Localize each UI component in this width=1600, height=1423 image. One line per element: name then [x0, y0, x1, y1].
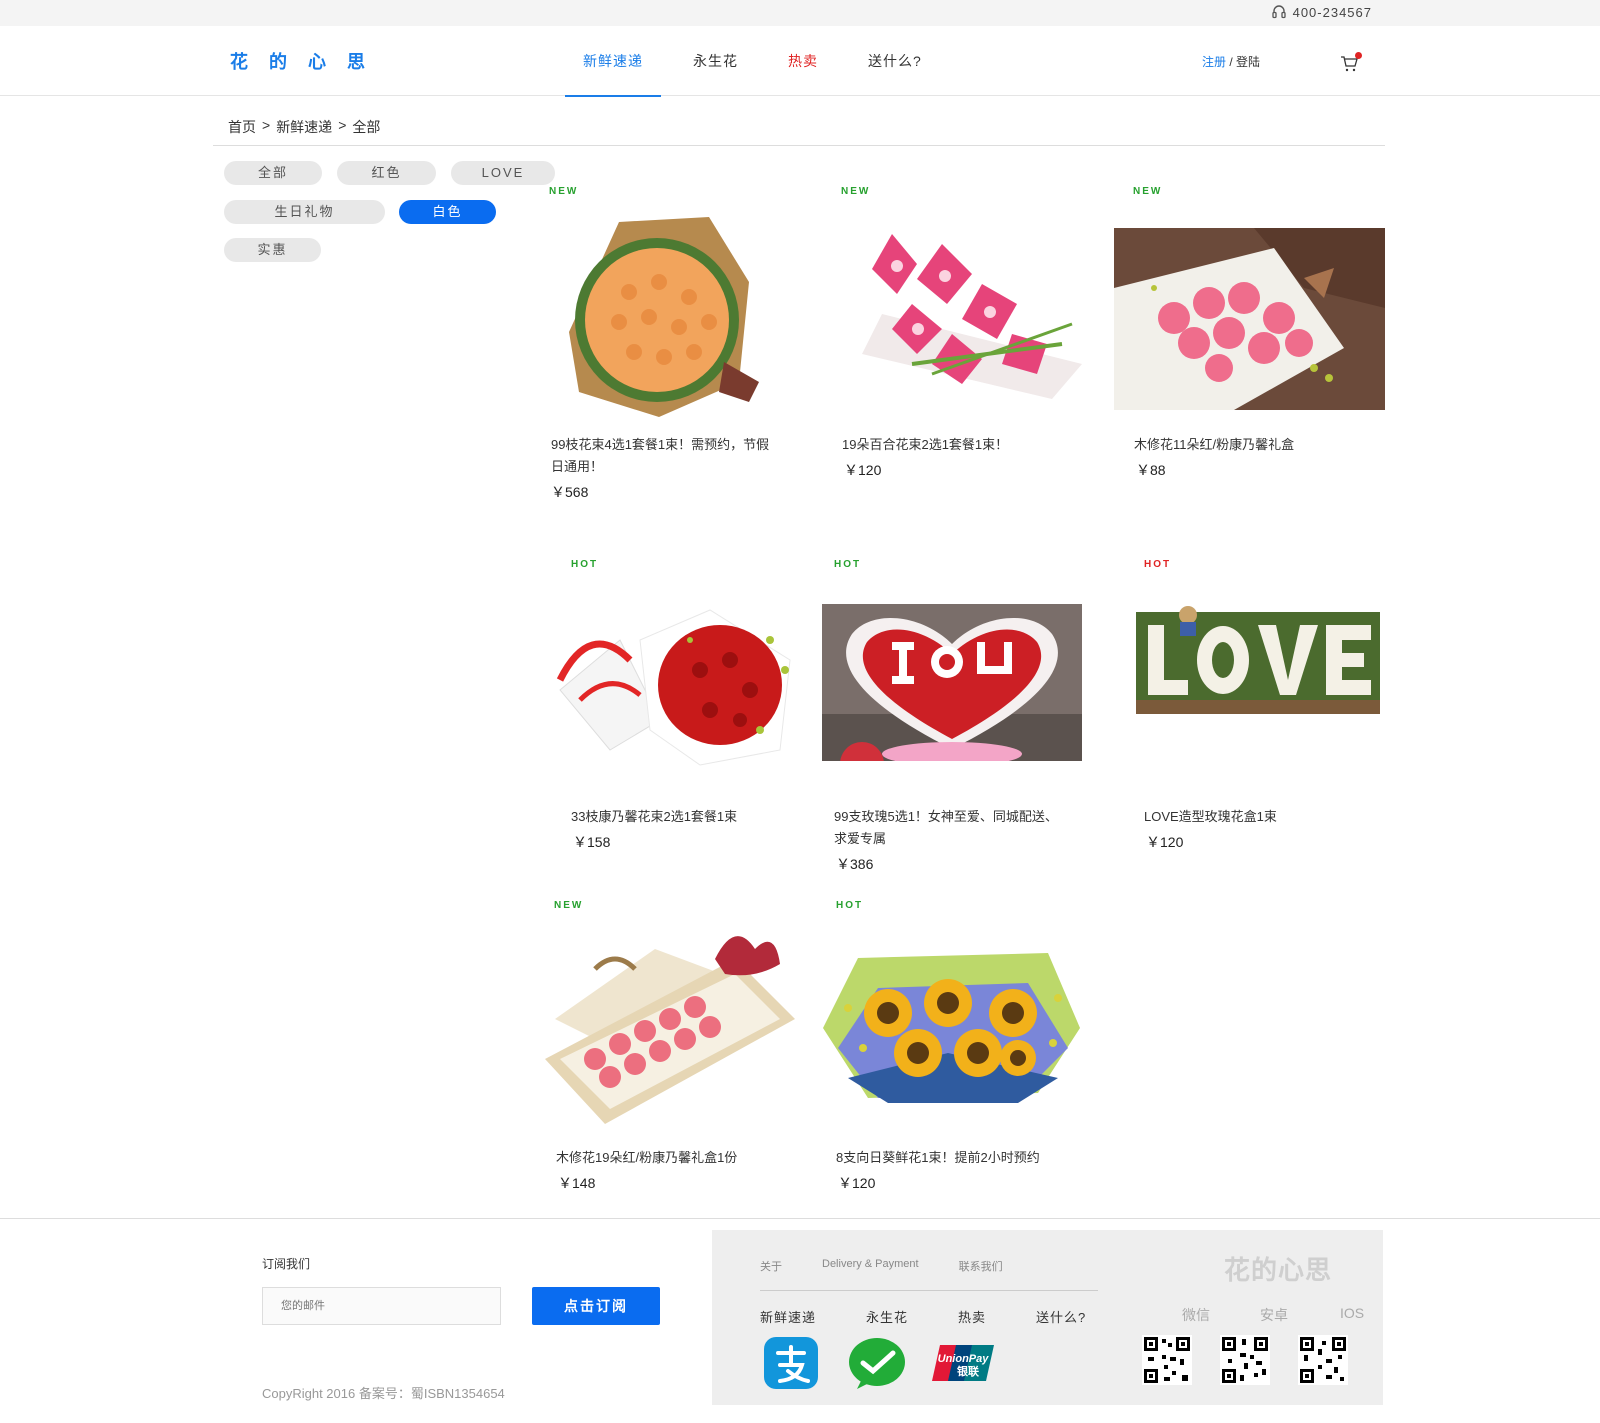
breadcrumb-divider: [213, 145, 1385, 146]
breadcrumb-home[interactable]: 首页: [228, 117, 256, 137]
product-price: ￥386: [836, 856, 874, 872]
product-price: ￥88: [1136, 462, 1166, 478]
hot-badge: HOT: [836, 900, 864, 911]
footer-panel: 关于 Delivery & Payment 联系我们 新鲜速递 永生花 热卖 送…: [712, 1230, 1383, 1405]
filter-all[interactable]: 全部: [224, 161, 322, 185]
product-price: ￥120: [838, 1175, 876, 1191]
product-price: ￥148: [558, 1175, 596, 1191]
auth-separator: /: [1226, 55, 1237, 69]
subscribe-title: 订阅我们: [262, 1257, 311, 1271]
hotline-number: 400-234567: [1292, 4, 1372, 20]
hot-badge: HOT: [834, 559, 862, 570]
ios-qr-icon: [1298, 1335, 1348, 1385]
footer-nav-preserved[interactable]: 永生花: [866, 1307, 908, 1326]
filter-love[interactable]: LOVE: [451, 161, 555, 185]
product-image[interactable]: [549, 212, 769, 422]
auth-links: 注册 / 登陆: [1202, 53, 1260, 70]
product-price: ￥568: [551, 484, 589, 500]
alipay-icon[interactable]: [762, 1335, 822, 1391]
hot-badge: HOT: [571, 559, 599, 570]
product-name[interactable]: 33枝康乃馨花束2选1套餐1束: [571, 806, 801, 828]
product-image[interactable]: [1128, 600, 1386, 720]
nav-hot-sale[interactable]: 热卖: [770, 26, 836, 96]
breadcrumb-fresh[interactable]: 新鲜速递: [276, 117, 332, 137]
login-link[interactable]: 登陆: [1236, 55, 1260, 69]
footer-links: 关于 Delivery & Payment 联系我们: [760, 1258, 1043, 1274]
copyright-text: CopyRight 2016 备案号：蜀ISBN1354654: [262, 1386, 505, 1401]
product-name[interactable]: 99支玫瑰5选1！女神至爱、同城配送、求爱专属: [834, 806, 1064, 850]
hot-badge: HOT: [1144, 559, 1172, 570]
unionpay-icon[interactable]: UnionPay 银联: [930, 1335, 996, 1391]
headset-icon: [1271, 5, 1286, 19]
unionpay-label: UnionPay: [938, 1353, 990, 1365]
new-badge: NEW: [1133, 186, 1163, 197]
product-name[interactable]: 8支向日葵鲜花1束！提前2小时预约: [836, 1147, 1066, 1169]
product-name[interactable]: 19朵百合花束2选1套餐1束！: [842, 434, 1072, 456]
footer-link-delivery[interactable]: Delivery & Payment: [822, 1258, 919, 1274]
footer-panel-divider: [760, 1290, 1098, 1291]
product-image[interactable]: [1114, 228, 1385, 410]
app-label-ios: IOS: [1339, 1305, 1365, 1321]
product-name[interactable]: 99枝花束4选1套餐1束！需预约，节假日通用！: [551, 434, 781, 478]
filter-affordable[interactable]: 实惠: [224, 238, 321, 262]
breadcrumb-current: 全部: [352, 119, 381, 135]
product-image[interactable]: [818, 938, 1084, 1103]
breadcrumb-separator: >: [338, 117, 347, 133]
footer-divider: [0, 1218, 1600, 1219]
filter-red[interactable]: 红色: [337, 161, 436, 185]
unionpay-label-cn: 银联: [957, 1364, 979, 1378]
register-link[interactable]: 注册: [1202, 55, 1226, 69]
product-image[interactable]: [535, 919, 805, 1124]
site-header: 花 的 心 思 新鲜速递 永生花 热卖 送什么? 注册 / 登陆: [0, 26, 1600, 97]
android-qr-icon: [1220, 1335, 1270, 1385]
site-logo[interactable]: 花 的 心 思: [230, 48, 373, 74]
footer-link-about[interactable]: 关于: [760, 1258, 782, 1274]
footer-nav-hot[interactable]: 热卖: [958, 1307, 986, 1326]
product-name[interactable]: LOVE造型玫瑰花盒1束: [1144, 806, 1374, 828]
footer-nav: 新鲜速递 永生花 热卖 送什么?: [760, 1307, 1136, 1326]
new-badge: NEW: [554, 900, 584, 911]
product-image[interactable]: [822, 224, 1092, 414]
footer-nav-what-to-send[interactable]: 送什么?: [1036, 1307, 1086, 1326]
subscribe-button[interactable]: 点击订阅: [532, 1287, 660, 1325]
app-label-wechat: 微信: [1182, 1307, 1210, 1323]
nav-preserved-flowers[interactable]: 永生花: [675, 26, 756, 96]
filter-white[interactable]: 白色: [399, 200, 496, 224]
product-name[interactable]: 木修花19朵红/粉康乃馨礼盒1份: [556, 1147, 786, 1169]
app-labels: 微信 安卓 IOS: [1157, 1305, 1391, 1325]
new-badge: NEW: [841, 186, 871, 197]
product-image[interactable]: [550, 600, 815, 770]
wechat-qr-icon: [1142, 1335, 1192, 1385]
footer-nav-fresh[interactable]: 新鲜速递: [760, 1307, 816, 1326]
top-utility-bar: 400-234567: [0, 0, 1600, 26]
footer-link-contact[interactable]: 联系我们: [959, 1258, 1003, 1274]
app-label-android: 安卓: [1260, 1307, 1288, 1323]
wechat-pay-icon[interactable]: [847, 1335, 907, 1391]
breadcrumb-separator: >: [262, 117, 271, 133]
breadcrumb: 首页 > 新鲜速递 > 全部: [228, 117, 380, 137]
footer-logo: 花的心思: [1224, 1255, 1333, 1285]
filter-birthday-gift[interactable]: 生日礼物: [224, 200, 385, 224]
hotline: 400-234567: [1271, 4, 1372, 20]
cart-notification-dot: [1355, 52, 1362, 59]
product-price: ￥158: [573, 834, 611, 850]
nav-fresh-delivery[interactable]: 新鲜速递: [565, 26, 661, 97]
new-badge: NEW: [549, 186, 579, 197]
cart-button[interactable]: [1340, 52, 1362, 72]
main-nav: 新鲜速递 永生花 热卖 送什么?: [565, 26, 954, 97]
product-image[interactable]: [822, 604, 1082, 761]
product-price: ￥120: [844, 462, 882, 478]
email-field[interactable]: [262, 1287, 501, 1325]
product-name[interactable]: 木修花11朵红/粉康乃馨礼盒: [1134, 434, 1364, 456]
product-price: ￥120: [1146, 834, 1184, 850]
nav-what-to-send[interactable]: 送什么?: [850, 26, 940, 96]
